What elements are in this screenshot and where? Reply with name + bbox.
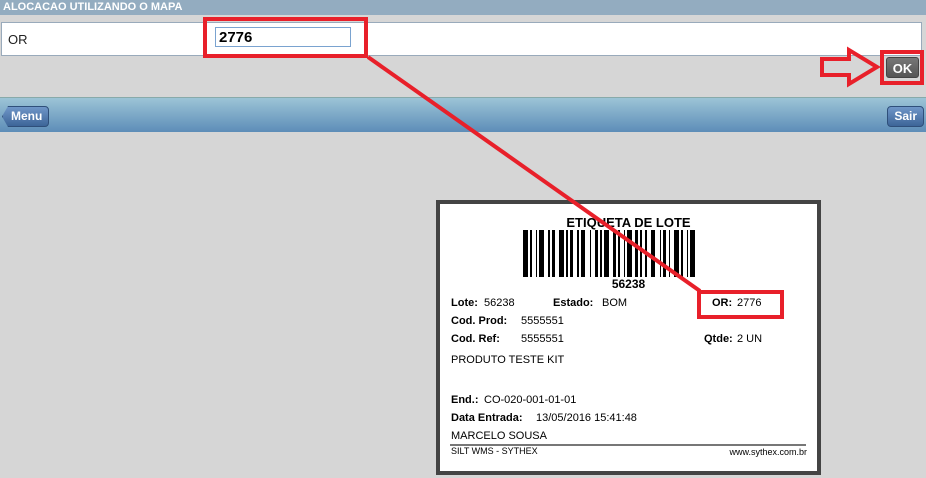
qtde-value: 2 UN: [737, 333, 763, 345]
data-entrada-value: 13/05/2016 15:41:48: [536, 412, 637, 424]
qtde-label: Qtde:: [704, 333, 733, 345]
barcode-bar: [566, 230, 568, 277]
highlight-input-box: [203, 17, 368, 58]
barcode: [523, 230, 735, 277]
exit-button[interactable]: Sair: [887, 106, 924, 127]
barcode-bar: [659, 230, 662, 277]
cod-ref-value: 5555551: [521, 333, 564, 345]
barcode-bar: [650, 230, 656, 277]
barcode-bar: [577, 230, 579, 277]
barcode-bar: [618, 230, 620, 277]
barcode-bar: [674, 230, 679, 277]
data-entrada-label: Data Entrada:: [451, 412, 523, 424]
cod-ref-label: Cod. Ref:: [451, 333, 500, 345]
barcode-bar: [589, 230, 592, 277]
barcode-bar: [559, 230, 564, 277]
product-name: PRODUTO TESTE KIT: [451, 354, 565, 366]
cod-prod-label: Cod. Prod:: [451, 315, 508, 327]
barcode-bar: [551, 230, 555, 277]
barcode-bar: [613, 230, 616, 277]
or-label: OR: [8, 32, 28, 47]
menu-button[interactable]: Menu: [2, 106, 50, 127]
barcode-bar: [634, 230, 638, 277]
cod-prod-value: 5555551: [521, 315, 564, 327]
page-title: ALOCACAO UTILIZANDO O MAPA: [0, 0, 926, 15]
barcode-bar: [595, 230, 598, 277]
barcode-bar: [580, 230, 586, 277]
barcode-number: 56238: [611, 277, 646, 291]
barcode-bar: [623, 230, 626, 277]
end-value: CO-020-001-01-01: [484, 394, 577, 406]
footer-left: SILT WMS - SYTHEX: [451, 446, 538, 456]
barcode-bar: [535, 230, 538, 277]
barcode-bar: [663, 230, 667, 277]
nav-bar: Menu Sair: [0, 97, 926, 132]
highlight-ok-box: [880, 50, 924, 85]
barcode-bar: [690, 230, 695, 277]
barcode-bar: [686, 230, 689, 277]
highlight-or-box: [697, 290, 784, 319]
barcode-bar: [548, 230, 550, 277]
barcode-bar: [627, 230, 632, 277]
barcode-bar: [668, 230, 671, 277]
barcode-bar: [604, 230, 609, 277]
lote-value: 56238: [484, 297, 515, 309]
user-name: MARCELO SOUSA: [451, 430, 547, 442]
barcode-bar: [539, 230, 544, 277]
lote-label: Lote:: [451, 297, 478, 309]
barcode-bar: [681, 230, 683, 277]
barcode-bar: [645, 230, 647, 277]
barcode-bar: [600, 230, 602, 277]
lot-label-preview: ETIQUETA DE LOTE 56238 Lote: 56238 Estad…: [436, 200, 821, 475]
estado-value: BOM: [602, 297, 628, 309]
estado-label: Estado:: [553, 297, 594, 309]
label-title: ETIQUETA DE LOTE: [566, 215, 691, 230]
barcode-bar: [530, 230, 532, 277]
footer-right: www.sythex.com.br: [729, 447, 807, 457]
end-label: End.:: [451, 394, 479, 406]
barcode-bar: [523, 230, 528, 277]
or-row: OR: [1, 22, 922, 56]
barcode-bar: [640, 230, 642, 277]
barcode-bar: [569, 230, 573, 277]
